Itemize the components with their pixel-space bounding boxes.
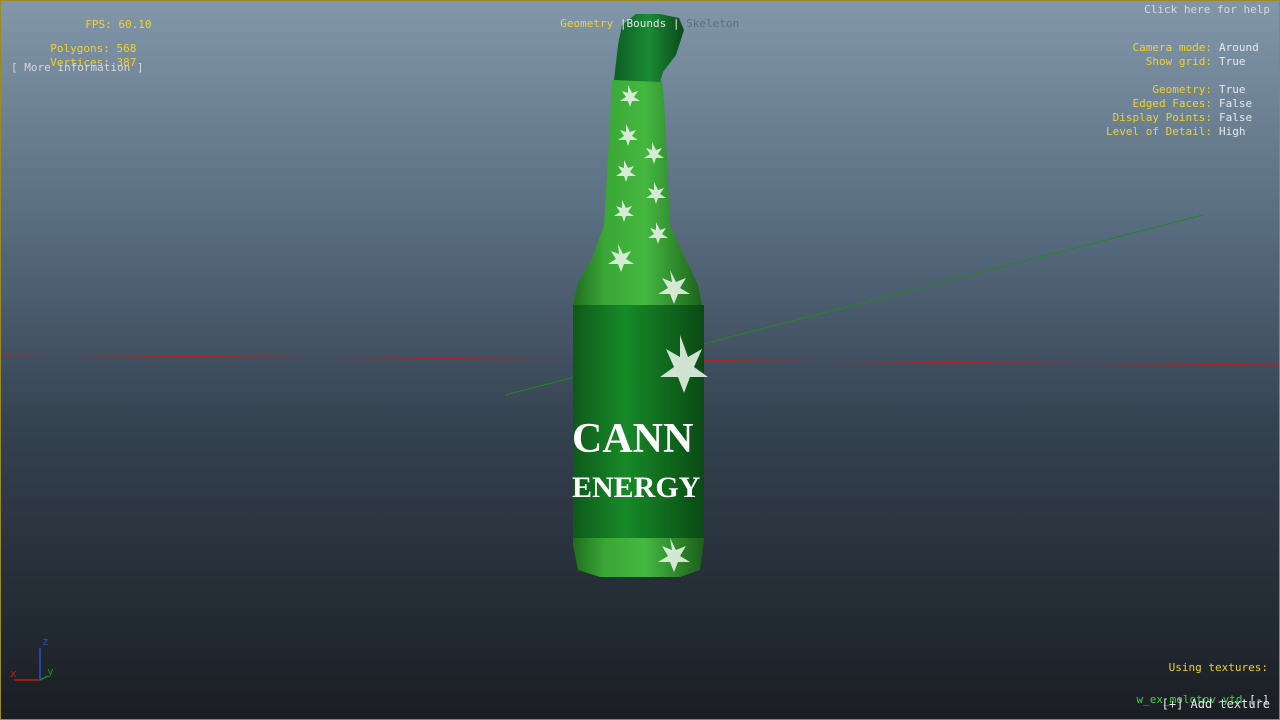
tab-skeleton: Skeleton — [686, 17, 740, 30]
tab-geometry[interactable]: Geometry — [560, 17, 613, 30]
axis-z-label: z — [42, 635, 49, 648]
bottle-label-text-2: ENERGY — [572, 471, 701, 504]
axis-x-label: x — [10, 667, 17, 680]
settings-panel: Camera mode: Around Show grid: True Geomet… — [1008, 28, 1268, 138]
setting-value: True — [1219, 55, 1246, 68]
setting-value: High — [1219, 125, 1246, 138]
view-tabs: Geometry |Bounds | Skeleton — [547, 3, 739, 31]
textures-title: Using textures: — [1168, 661, 1268, 674]
axis-gizmo: z x y — [10, 635, 54, 681]
more-information-link[interactable]: [ More information ] — [11, 61, 143, 75]
tab-bounds[interactable]: Bounds — [626, 17, 666, 30]
help-link[interactable]: Click here for help — [1144, 3, 1270, 17]
setting-level-of-detail[interactable]: Level of Detail: High — [1080, 112, 1268, 151]
setting-label: Show grid: — [1145, 55, 1212, 68]
bottle-label-text-1: CANN — [572, 416, 693, 462]
tab-separator: | — [672, 17, 680, 30]
add-texture-button[interactable]: [+] Add texture — [1162, 697, 1270, 711]
axis-y-label: y — [47, 665, 54, 678]
bottle-model[interactable]: CANN ENERGY — [572, 14, 708, 577]
setting-label: Level of Detail: — [1106, 125, 1212, 138]
